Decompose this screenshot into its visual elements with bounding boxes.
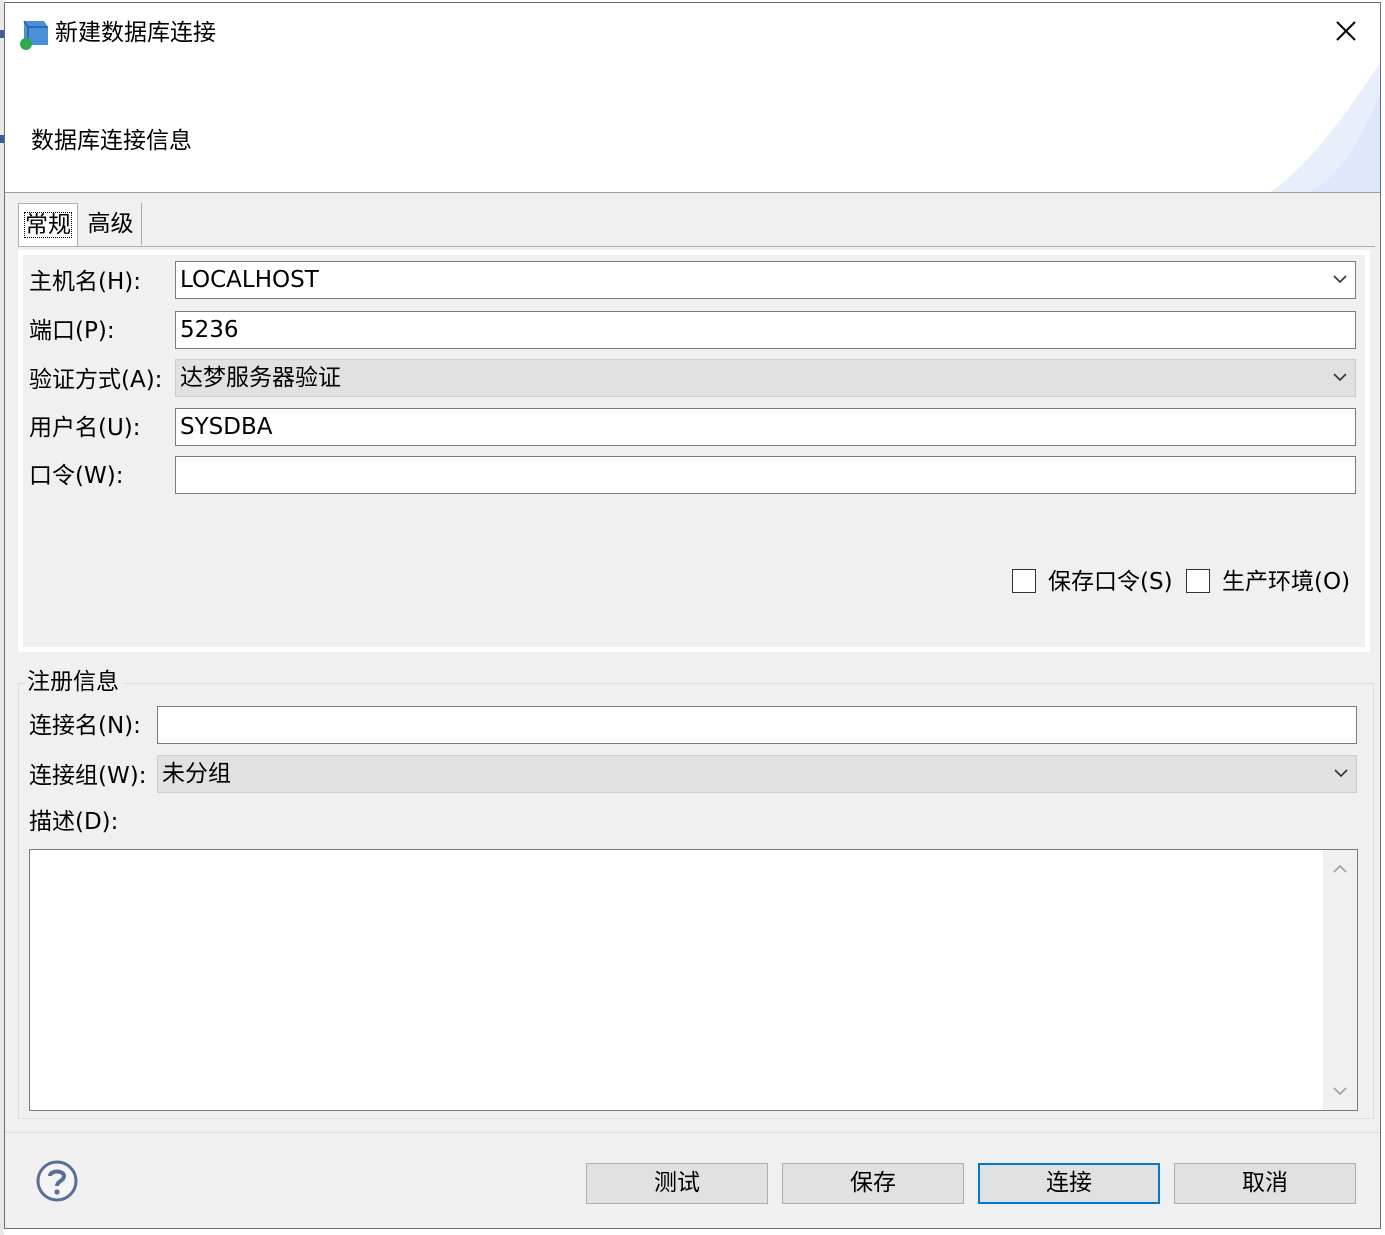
connection-group-value: 未分组 (162, 761, 231, 787)
username-input[interactable]: SYSDBA (175, 408, 1356, 446)
window-title: 新建数据库连接 (55, 20, 216, 46)
save-button[interactable]: 保存 (782, 1163, 964, 1204)
new-connection-dialog: 新建数据库连接 数据库连接信息 常规 高级 主机名(H): LOCALHOST … (4, 2, 1381, 1229)
registration-title: 注册信息 (25, 667, 123, 697)
host-value: LOCALHOST (180, 267, 319, 293)
auth-label: 验证方式(A): (29, 367, 163, 393)
close-icon (1336, 21, 1356, 41)
port-value: 5236 (180, 317, 239, 343)
auth-value: 达梦服务器验证 (180, 365, 341, 391)
scroll-up-icon[interactable] (1333, 864, 1347, 874)
connection-group-select[interactable]: 未分组 (157, 755, 1357, 793)
chevron-down-icon[interactable] (1334, 768, 1348, 778)
host-label: 主机名(H): (29, 269, 141, 295)
connect-button[interactable]: 连接 (978, 1163, 1160, 1204)
tab-general[interactable]: 常规 (18, 203, 78, 247)
port-label: 端口(P): (29, 318, 115, 344)
user-label: 用户名(U): (29, 415, 141, 441)
database-connection-icon (20, 20, 48, 50)
port-input[interactable]: 5236 (175, 311, 1356, 349)
production-env-label[interactable]: 生产环境(O) (1222, 567, 1350, 597)
description-label: 描述(D): (29, 809, 119, 835)
save-password-label[interactable]: 保存口令(S) (1048, 567, 1173, 597)
help-icon[interactable] (34, 1158, 80, 1204)
save-password-checkbox[interactable] (1012, 569, 1036, 593)
scroll-down-icon[interactable] (1333, 1086, 1347, 1096)
banner-decoration (1271, 63, 1380, 192)
connection-name-label: 连接名(N): (29, 713, 141, 739)
title-bar: 新建数据库连接 (5, 3, 1380, 63)
header-banner: 数据库连接信息 (5, 63, 1380, 193)
tab-advanced[interactable]: 高级 (80, 203, 142, 245)
banner-title: 数据库连接信息 (31, 128, 192, 154)
test-button[interactable]: 测试 (586, 1163, 768, 1204)
cancel-button[interactable]: 取消 (1174, 1163, 1356, 1204)
connection-group-label: 连接组(W): (29, 763, 147, 789)
tab-divider (18, 246, 1375, 247)
production-env-checkbox[interactable] (1186, 569, 1210, 593)
auth-method-select[interactable]: 达梦服务器验证 (175, 359, 1356, 397)
chevron-down-icon[interactable] (1333, 274, 1347, 284)
close-button[interactable] (1310, 3, 1380, 61)
password-input[interactable] (175, 456, 1356, 494)
description-textarea[interactable] (29, 849, 1358, 1111)
password-label: 口令(W): (29, 463, 124, 489)
footer-divider (5, 1132, 1380, 1133)
description-scrollbar[interactable] (1323, 850, 1357, 1110)
connection-name-input[interactable] (157, 706, 1357, 744)
chevron-down-icon[interactable] (1333, 372, 1347, 382)
host-combobox[interactable]: LOCALHOST (175, 261, 1356, 299)
username-value: SYSDBA (180, 414, 273, 440)
